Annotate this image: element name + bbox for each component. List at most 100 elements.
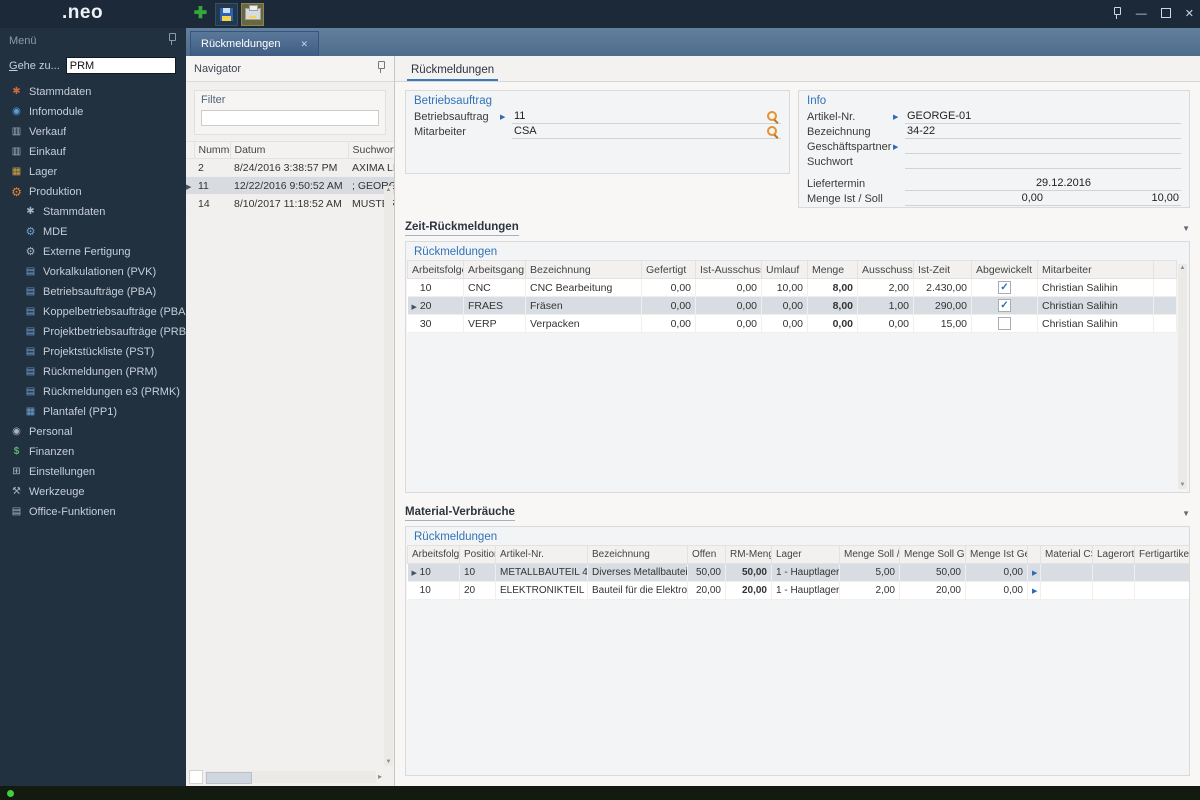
abgewickelt-checkbox[interactable] [998,317,1011,330]
sidebar-item[interactable]: ◉ Infomodule [0,102,186,122]
col-rm-menge[interactable]: RM-Menge [725,545,772,564]
col-nummer[interactable]: Nummer [194,141,231,159]
link-arrow-icon[interactable]: ▶ [893,143,905,151]
col-arbeitsfolge[interactable]: Arbeitsfolge [407,260,464,279]
abgewickelt-checkbox[interactable] [998,281,1011,294]
sidebar-subitem[interactable]: ▤ Rückmeldungen (PRM) [0,362,186,382]
scroll-right-icon[interactable]: ▸ [378,772,382,781]
tab-rueckmeldungen[interactable]: Rückmeldungen ✕ [190,31,320,56]
close-button[interactable]: ✕ [1185,8,1194,20]
menge-inputs[interactable]: 0,00 10,00 [905,191,1181,206]
liefertermin-input[interactable]: 29.12.2016 [905,176,1181,191]
field-input[interactable]: CSA [512,124,781,139]
sidebar-subitem[interactable]: ▤ Betriebsaufträge (PBA) [0,282,186,302]
sidebar-subitem[interactable]: ▤ Projektstückliste (PST) [0,342,186,362]
col-ist-zeit[interactable]: Ist-Zeit [913,260,972,279]
scroll-thumb[interactable] [206,771,252,784]
col-lager[interactable]: Lager [771,545,840,564]
sidebar-subitem[interactable]: ▦ Plantafel (PP1) [0,402,186,422]
col-arbeitsfolge[interactable]: Arbeitsfolge [407,545,460,564]
sidebar-item[interactable]: ✱ Stammdaten [0,82,186,102]
zeit-vertical-scrollbar[interactable]: ▲ ▼ [1178,264,1187,489]
sidebar-item[interactable]: ▦ Lager [0,162,186,182]
col-suchwort[interactable]: Suchwort [348,141,394,159]
lookup-magnifier-icon[interactable] [766,110,779,123]
save-button[interactable] [215,2,238,26]
print-button[interactable] [241,2,264,26]
abgewickelt-checkbox[interactable] [998,299,1011,312]
field-input[interactable]: 11 [512,109,781,124]
content-tab-rueckmeldungen[interactable]: Rückmeldungen [407,59,499,81]
col-mitarbeiter[interactable]: Mitarbeiter [1037,260,1154,279]
sidebar-subitem[interactable]: ▤ Vorkalkulationen (PVK) [0,262,186,282]
col-bezeichnung[interactable]: Bezeichnung [587,545,688,564]
field-input[interactable]: 34-22 [905,124,1181,139]
scroll-up-icon[interactable]: ▲ [1180,264,1186,272]
scroll-track[interactable] [205,770,376,784]
sidebar-subitem[interactable]: ▤ Projektbetriebsaufträge (PRB) [0,322,186,342]
sidebar-item[interactable]: ▥ Verkauf [0,122,186,142]
col-menge-soll-gesamt[interactable]: Menge Soll Gesamt [899,545,966,564]
new-button[interactable]: ✚ [189,3,212,26]
sidebar-item-produktion[interactable]: ⚙ Produktion [0,182,186,202]
field-input[interactable] [905,139,1181,154]
col-abgewickelt[interactable]: Abgewickelt [971,260,1038,279]
col-menge[interactable]: Menge [807,260,858,279]
drill-arrow-icon[interactable]: ▶ [1032,588,1037,595]
navigator-vertical-scrollbar[interactable]: ▲ ▼ [384,186,393,766]
sidebar-subitem[interactable]: ✱ Stammdaten [0,202,186,222]
maximize-button[interactable] [1160,7,1171,21]
collapse-chevron-icon[interactable]: ▼ [1182,224,1190,233]
sidebar-item[interactable]: ◉ Personal [0,422,186,442]
col-ist-ausschuss[interactable]: Ist-Ausschuss [695,260,762,279]
collapse-chevron-icon[interactable]: ▼ [1182,509,1190,518]
col-menge-soll-stueck[interactable]: Menge Soll / Stück [839,545,900,564]
navigator-row[interactable]: ▶ 14 8/10/2017 11:18:52 AM MUSTERKUNDE; … [186,194,394,213]
navigator-horizontal-scrollbar[interactable]: ▸ [189,769,382,784]
col-datum[interactable]: Datum [230,141,349,159]
col-umlauf[interactable]: Umlauf [761,260,808,279]
sidebar-subitem[interactable]: ⚙ Externe Fertigung [0,242,186,262]
sidebar-item[interactable]: ⊞ Einstellungen [0,462,186,482]
sidebar-pin-button[interactable] [166,33,177,48]
goto-input[interactable] [65,57,176,74]
scroll-up-icon[interactable]: ▲ [386,186,392,194]
tab-close-icon[interactable]: ✕ [301,39,309,50]
filter-input[interactable] [201,110,379,126]
col-ausschuss[interactable]: Ausschuss [857,260,914,279]
link-arrow-icon[interactable]: ▶ [500,113,512,121]
navigator-row[interactable]: ▶ 11 12/22/2016 9:50:52 AM ; GEORGE-10 3… [186,176,394,195]
zeit-row[interactable]: ▶ 30 VERP Verpacken 0,00 0,00 0,00 0,00 … [407,314,1177,333]
minimize-button[interactable]: — [1136,8,1147,20]
col-arbeitsgang[interactable]: Arbeitsgang [463,260,526,279]
drill-arrow-icon[interactable]: ▶ [1032,570,1037,577]
zeit-row[interactable]: ▶ 10 CNC CNC Bearbeitung 0,00 0,00 10,00… [407,278,1177,297]
zeit-row[interactable]: ▶ 20 FRAES Fräsen 0,00 0,00 0,00 8,00 1,… [407,296,1177,315]
col-fertigartikel-csnr[interactable]: Fertigartikel CSNr [1134,545,1189,564]
field-input[interactable] [905,154,1181,169]
material-row[interactable]: ▶ 10 10 METALLBAUTEIL 4711 Diverses Meta… [407,563,1189,582]
col-menge-ist-gesamt[interactable]: Menge Ist Gesamt [965,545,1028,564]
sidebar-item[interactable]: ▥ Einkauf [0,142,186,162]
sidebar-item[interactable]: ⚒ Werkzeuge [0,482,186,502]
col-artikel-nr[interactable]: Artikel-Nr. [495,545,588,564]
sidebar-subitem[interactable]: ⚙ MDE [0,222,186,242]
pin-window-button[interactable] [1111,6,1122,22]
material-row[interactable]: ▶ 10 20 ELEKTRONIKTEIL Bauteil für die E… [407,581,1189,600]
scroll-down-icon[interactable]: ▼ [1180,481,1186,489]
lookup-magnifier-icon[interactable] [766,125,779,138]
navigator-row[interactable]: ▶ 2 8/24/2016 3:38:57 PM AXIMA LINDAU GM… [186,158,394,177]
sidebar-item[interactable]: ▤ Office-Funktionen [0,502,186,522]
col-gefertigt[interactable]: Gefertigt [641,260,696,279]
col-position[interactable]: Position [459,545,496,564]
navigator-pin-button[interactable] [375,61,386,76]
link-arrow-icon[interactable]: ▶ [893,113,905,121]
sidebar-subitem[interactable]: ▤ Rückmeldungen e3 (PRMK) [0,382,186,402]
sidebar-item[interactable]: $ Finanzen [0,442,186,462]
col-material-csnr[interactable]: Material CSNr [1040,545,1093,564]
field-input[interactable]: GEORGE-01 [905,109,1181,124]
col-offen[interactable]: Offen [687,545,726,564]
col-lagerorte[interactable]: Lagerorte [1092,545,1135,564]
col-bezeichnung[interactable]: Bezeichnung [525,260,642,279]
sidebar-subitem[interactable]: ▤ Koppelbetriebsaufträge (PBAK) [0,302,186,322]
